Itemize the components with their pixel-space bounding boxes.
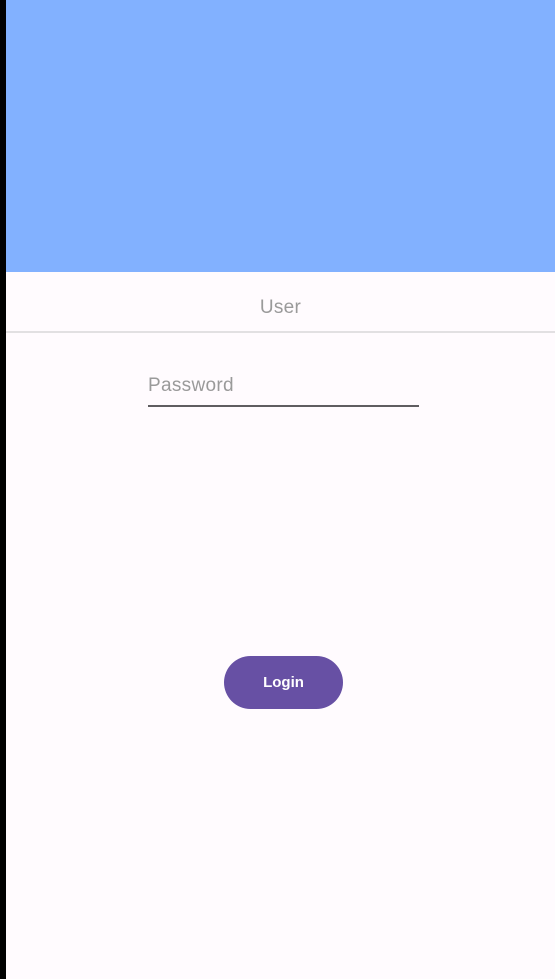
- user-placeholder: User: [259, 297, 302, 318]
- login-button[interactable]: Login: [224, 656, 343, 709]
- header-banner: [6, 0, 555, 272]
- password-input[interactable]: Password: [148, 370, 419, 407]
- user-input[interactable]: User: [6, 296, 555, 333]
- password-placeholder: Password: [148, 375, 234, 396]
- login-screen: User Password Login: [6, 0, 555, 979]
